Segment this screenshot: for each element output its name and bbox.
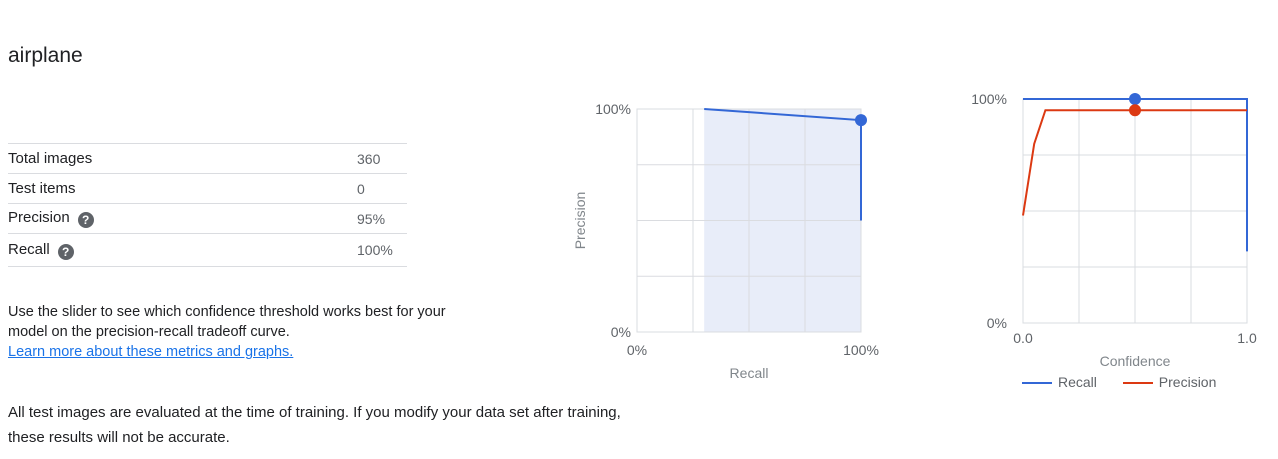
y-axis-label: Precision [572, 192, 588, 250]
recall-help-icon[interactable]: ? [57, 243, 74, 260]
y-tick-label: 0% [611, 324, 631, 340]
x-tick-label: 1.0 [1237, 330, 1257, 346]
y-tick-label: 100% [971, 91, 1007, 107]
recall-threshold-point [1129, 93, 1141, 105]
stat-label: Precision [8, 209, 70, 226]
stat-value: 95% [357, 203, 407, 234]
y-tick-label: 100% [595, 101, 631, 117]
x-tick-label: 100% [843, 342, 879, 358]
recall-swatch [1022, 382, 1052, 385]
stat-label: Total images [8, 143, 357, 174]
precision-help-icon[interactable]: ? [77, 212, 94, 228]
page-title: airplane [8, 44, 83, 67]
table-row: Test items 0 [8, 173, 407, 204]
x-axis-label: Confidence [1100, 353, 1171, 369]
precision-threshold-point [1129, 104, 1141, 117]
stat-value: 100% [357, 233, 407, 267]
stat-label: Test items [8, 173, 357, 204]
x-tick-label: 0% [627, 342, 647, 358]
stat-value: 360 [357, 143, 407, 174]
table-row: Precision? 95% [8, 203, 407, 234]
y-tick-label: 0% [987, 315, 1007, 331]
metrics-table: Total images 360 Test items 0 Precision?… [8, 143, 407, 267]
legend-item-precision: Precision [1122, 374, 1217, 390]
precision-swatch [1122, 382, 1153, 385]
confidence-legend: Recall Precision [1022, 374, 1238, 390]
description-text: Use the slider to see which confidence t… [8, 304, 446, 340]
selected-point [855, 114, 867, 127]
training-note: All test images are evaluated at the tim… [8, 404, 621, 446]
legend-label-precision: Precision [1158, 374, 1217, 390]
confidence-chart[interactable]: 100% 0% 0.0 1.0 Confidence [960, 82, 1270, 372]
slider-description: Use the slider to see which confidence t… [8, 302, 478, 362]
table-row: Total images 360 [8, 143, 407, 174]
stat-label-cell: Recall? [8, 233, 357, 267]
stat-value: 0 [357, 173, 407, 204]
table-row: Recall? 100% [8, 233, 407, 267]
x-axis-label: Recall [730, 365, 769, 381]
legend-item-recall: Recall [1022, 374, 1097, 390]
learn-more-link[interactable]: Learn more about these metrics and graph… [8, 342, 478, 362]
stat-label-cell: Precision? [8, 203, 357, 234]
legend-label-recall: Recall [1058, 374, 1097, 390]
precision-recall-chart[interactable]: 100% 0% 0% 100% Recall Precision [560, 92, 900, 392]
x-tick-label: 0.0 [1013, 330, 1033, 346]
stat-label: Recall [8, 240, 50, 258]
